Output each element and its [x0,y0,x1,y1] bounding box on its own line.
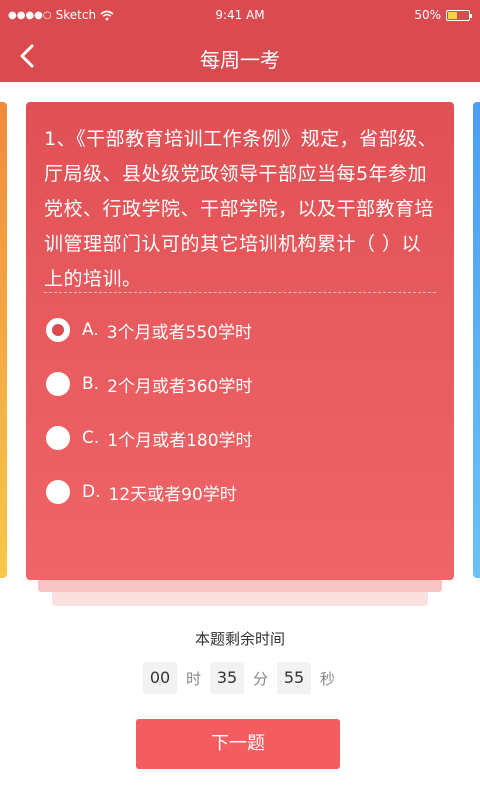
status-bar: ●●●●○ Sketch 9:41 AM 50% [0,0,480,30]
radio-icon[interactable] [46,426,70,450]
radio-icon[interactable] [46,372,70,396]
timer-seconds-unit: 秒 [319,669,335,688]
battery-icon [446,9,472,21]
timer-seconds: 55 [277,662,311,694]
option-letter: C. [82,428,100,448]
nav-bar: 每周一考 [0,30,480,82]
question-text: 1、《干部教育培训工作条例》规定，省部级、厅局级、县处级党政领导干部应当每5年参… [44,128,438,290]
option-d[interactable]: D. 12天或者90学时 [46,475,237,509]
battery-fill [448,11,457,19]
battery-percent: 50% [414,8,441,22]
option-text: 12天或者90学时 [108,484,237,505]
option-text: 2个月或者360学时 [107,376,253,397]
next-question-button[interactable]: 下一题 [136,719,340,769]
next-card-edge[interactable] [473,102,480,578]
countdown-timer: 00 时 35 分 55 秒 [143,662,344,694]
radio-icon[interactable] [46,480,70,504]
timer-hours: 00 [143,662,177,694]
status-time: 9:41 AM [215,8,265,22]
question-card: 1、《干部教育培训工作条例》规定，省部级、厅局级、县处级党政领导干部应当每5年参… [26,102,454,580]
page-title: 每周一考 [200,48,280,72]
timer-label: 本题剩余时间 [194,630,285,648]
radio-selected-icon[interactable] [46,318,70,342]
timer-minutes-unit: 分 [252,669,268,688]
previous-card-edge[interactable] [0,102,7,578]
option-text: 3个月或者550学时 [106,322,252,343]
option-text: 1个月或者180学时 [107,430,253,451]
option-a[interactable]: A. 3个月或者550学时 [46,313,252,347]
option-b[interactable]: B. 2个月或者360学时 [46,367,252,401]
status-right: 50% [414,8,472,22]
timer-minutes: 35 [210,662,244,694]
option-letter: D. [82,482,101,502]
timer-hours-unit: 时 [185,669,201,688]
option-c[interactable]: C. 1个月或者180学时 [46,421,253,455]
option-letter: B. [82,374,100,394]
option-letter: A. [82,320,99,340]
divider [44,292,436,293]
